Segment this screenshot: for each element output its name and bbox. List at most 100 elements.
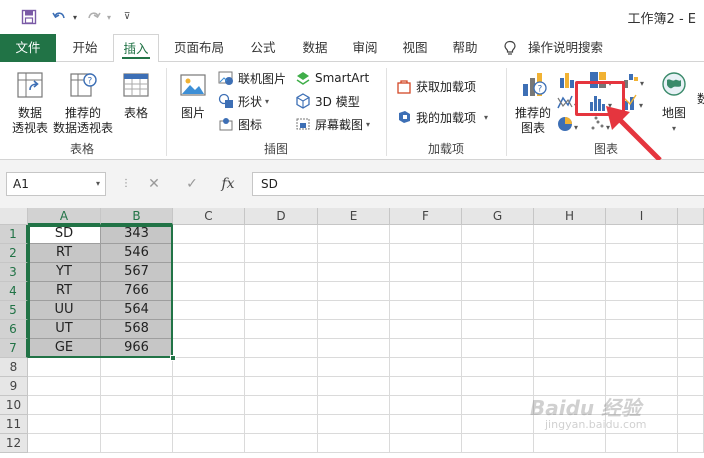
table-cell[interactable]: 766 xyxy=(101,282,173,301)
tab-help[interactable]: 帮助 xyxy=(442,34,488,62)
table-cell[interactable] xyxy=(173,339,245,358)
table-cell[interactable] xyxy=(462,434,534,453)
table-cell[interactable]: GE xyxy=(28,339,101,358)
table-cell[interactable] xyxy=(390,377,462,396)
table-cell[interactable] xyxy=(318,320,390,339)
tab-view[interactable]: 视图 xyxy=(392,34,438,62)
my-addins-button[interactable]: 我的加载项 ▾ xyxy=(396,107,488,127)
waterfall-chart-button[interactable]: ▾ xyxy=(622,70,648,90)
table-cell[interactable] xyxy=(606,358,678,377)
table-cell[interactable]: 564 xyxy=(101,301,173,320)
table-cell[interactable] xyxy=(245,358,318,377)
table-cell[interactable] xyxy=(606,339,678,358)
table-cell[interactable] xyxy=(462,320,534,339)
table-cell[interactable] xyxy=(245,301,318,320)
insert-function-icon[interactable]: fx xyxy=(218,174,238,194)
tab-review[interactable]: 审阅 xyxy=(342,34,388,62)
table-cell[interactable] xyxy=(678,358,704,377)
table-cell[interactable] xyxy=(101,377,173,396)
name-box[interactable]: A1 ▾ xyxy=(6,172,106,196)
table-cell[interactable] xyxy=(390,339,462,358)
pie-chart-button[interactable]: ▾ xyxy=(556,114,582,134)
table-cell[interactable] xyxy=(245,415,318,434)
table-cell[interactable]: UU xyxy=(28,301,101,320)
table-cell[interactable] xyxy=(606,244,678,263)
table-cell[interactable] xyxy=(28,434,101,453)
pictures-button[interactable]: 图片 xyxy=(174,70,212,121)
row-header-6[interactable]: 6 xyxy=(0,320,28,339)
table-cell[interactable] xyxy=(101,396,173,415)
column-chart-button[interactable]: ▾ xyxy=(558,70,582,90)
table-cell[interactable] xyxy=(318,434,390,453)
table-cell[interactable] xyxy=(245,225,318,244)
3d-model-button[interactable]: 3D 模型 xyxy=(295,91,360,111)
table-cell[interactable] xyxy=(462,415,534,434)
maps-button[interactable]: 地图 ▾ xyxy=(654,70,694,136)
table-cell[interactable] xyxy=(173,244,245,263)
table-cell[interactable] xyxy=(606,225,678,244)
fill-handle[interactable] xyxy=(170,355,176,361)
table-cell[interactable] xyxy=(390,415,462,434)
table-cell[interactable] xyxy=(534,434,606,453)
row-header-11[interactable]: 11 xyxy=(0,415,28,434)
table-cell[interactable] xyxy=(462,339,534,358)
table-cell[interactable] xyxy=(318,396,390,415)
column-header-h[interactable]: H xyxy=(534,208,606,225)
table-cell[interactable] xyxy=(534,301,606,320)
pivot-chart-button[interactable]: 数 xyxy=(696,92,704,107)
table-cell[interactable] xyxy=(173,263,245,282)
statistic-chart-button[interactable]: ▾ xyxy=(586,92,618,114)
table-cell[interactable] xyxy=(101,434,173,453)
smartart-button[interactable]: SmartArt xyxy=(295,68,369,88)
undo-icon[interactable] xyxy=(50,8,68,26)
cancel-icon[interactable]: ✕ xyxy=(144,174,164,194)
row-header-3[interactable]: 3 xyxy=(0,263,28,282)
table-cell[interactable]: RT xyxy=(28,244,101,263)
hierarchy-chart-button[interactable]: ▾ xyxy=(588,70,616,90)
table-cell[interactable] xyxy=(678,339,704,358)
table-cell[interactable] xyxy=(462,225,534,244)
table-button[interactable]: 表格 xyxy=(116,70,156,121)
table-cell[interactable]: 343 xyxy=(101,225,173,244)
recommended-pivot-button[interactable]: ? 推荐的 数据透视表 xyxy=(52,70,114,136)
pivot-table-button[interactable]: 数据 透视表 xyxy=(8,70,52,136)
table-cell[interactable] xyxy=(678,301,704,320)
table-cell[interactable] xyxy=(534,339,606,358)
tab-page-layout[interactable]: 页面布局 xyxy=(166,34,232,62)
column-header-c[interactable]: C xyxy=(173,208,245,225)
table-cell[interactable] xyxy=(606,301,678,320)
table-cell[interactable] xyxy=(678,320,704,339)
table-cell[interactable] xyxy=(318,301,390,320)
shapes-button[interactable]: 形状 ▾ xyxy=(218,91,269,111)
row-header-2[interactable]: 2 xyxy=(0,244,28,263)
table-cell[interactable] xyxy=(606,320,678,339)
select-all-button[interactable] xyxy=(0,208,28,225)
column-header-i[interactable]: I xyxy=(606,208,678,225)
chevron-down-icon[interactable]: ▾ xyxy=(96,173,100,195)
table-cell[interactable] xyxy=(390,434,462,453)
recommended-charts-button[interactable]: ? 推荐的 图表 xyxy=(510,70,556,136)
icons-button[interactable]: 图标 xyxy=(218,114,262,134)
tab-insert[interactable]: 插入 xyxy=(113,34,159,63)
table-cell[interactable]: 546 xyxy=(101,244,173,263)
table-cell[interactable] xyxy=(678,434,704,453)
row-header-8[interactable]: 8 xyxy=(0,358,28,377)
table-cell[interactable] xyxy=(318,225,390,244)
row-header-10[interactable]: 10 xyxy=(0,396,28,415)
table-cell[interactable]: SD xyxy=(28,225,101,244)
table-cell[interactable] xyxy=(245,396,318,415)
table-cell[interactable] xyxy=(173,377,245,396)
row-header-7[interactable]: 7 xyxy=(0,339,28,358)
table-cell[interactable]: YT xyxy=(28,263,101,282)
table-cell[interactable] xyxy=(678,282,704,301)
table-cell[interactable] xyxy=(318,263,390,282)
table-cell[interactable] xyxy=(462,358,534,377)
row-header-12[interactable]: 12 xyxy=(0,434,28,453)
table-cell[interactable] xyxy=(534,263,606,282)
table-cell[interactable] xyxy=(28,377,101,396)
tab-file[interactable]: 文件 xyxy=(0,34,56,62)
table-cell[interactable] xyxy=(390,358,462,377)
table-cell[interactable] xyxy=(534,358,606,377)
table-cell[interactable] xyxy=(462,301,534,320)
table-cell[interactable] xyxy=(318,339,390,358)
